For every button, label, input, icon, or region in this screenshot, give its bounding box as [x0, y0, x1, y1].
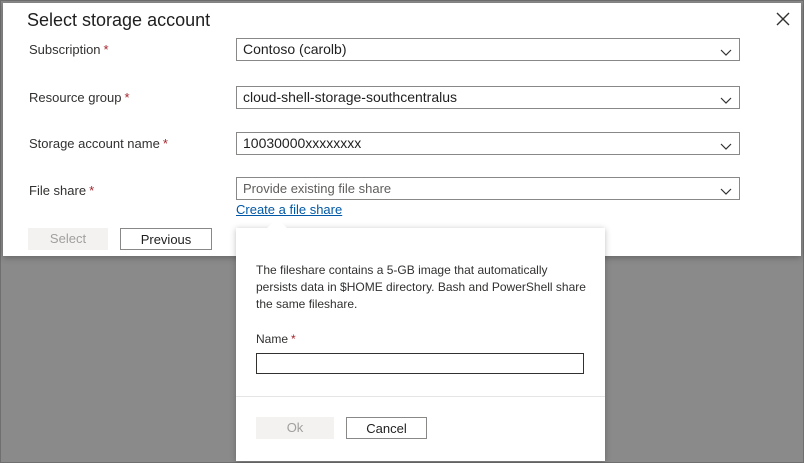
- resource-group-value: cloud-shell-storage-southcentralus: [243, 89, 457, 105]
- storage-account-label: Storage account name *: [29, 136, 168, 151]
- resource-group-dropdown[interactable]: cloud-shell-storage-southcentralus: [236, 86, 740, 109]
- required-marker: *: [162, 136, 168, 151]
- file-share-dropdown[interactable]: Provide existing file share: [236, 177, 740, 200]
- select-button[interactable]: Select: [28, 228, 108, 250]
- chevron-down-icon: [720, 44, 732, 56]
- subscription-value: Contoso (carolb): [243, 41, 347, 57]
- close-icon[interactable]: [775, 11, 791, 27]
- storage-account-value: 10030000xxxxxxxx: [243, 135, 362, 151]
- dialog-title: Select storage account: [27, 10, 211, 30]
- name-label-text: Name: [256, 332, 289, 346]
- ok-button[interactable]: Ok: [256, 417, 334, 439]
- name-label: Name *: [256, 332, 296, 346]
- subscription-label-text: Subscription: [29, 42, 101, 57]
- select-storage-dialog: Select storage account Subscription * Con…: [3, 3, 801, 256]
- storage-account-dropdown[interactable]: 10030000xxxxxxxx: [236, 132, 740, 155]
- subscription-label: Subscription *: [29, 42, 109, 57]
- create-file-share-link[interactable]: Create a file share: [236, 202, 342, 217]
- previous-button[interactable]: Previous: [120, 228, 212, 250]
- required-marker: *: [89, 183, 95, 198]
- required-marker: *: [291, 332, 296, 346]
- chevron-down-icon: [720, 92, 732, 104]
- callout-divider: [236, 396, 605, 397]
- chevron-down-icon: [720, 183, 732, 195]
- file-share-name-input[interactable]: [256, 353, 584, 374]
- cancel-button[interactable]: Cancel: [346, 417, 427, 439]
- resource-group-label: Resource group *: [29, 90, 130, 105]
- create-file-share-callout: The fileshare contains a 5-GB image that…: [236, 228, 605, 461]
- file-share-placeholder: Provide existing file share: [243, 181, 392, 196]
- chevron-down-icon: [720, 138, 732, 150]
- file-share-label: File share *: [29, 183, 94, 198]
- storage-account-label-text: Storage account name: [29, 136, 160, 151]
- file-share-label-text: File share: [29, 183, 87, 198]
- subscription-dropdown[interactable]: Contoso (carolb): [236, 38, 740, 61]
- resource-group-label-text: Resource group: [29, 90, 122, 105]
- required-marker: *: [103, 42, 109, 57]
- callout-description: The fileshare contains a 5-GB image that…: [256, 263, 586, 311]
- required-marker: *: [124, 90, 130, 105]
